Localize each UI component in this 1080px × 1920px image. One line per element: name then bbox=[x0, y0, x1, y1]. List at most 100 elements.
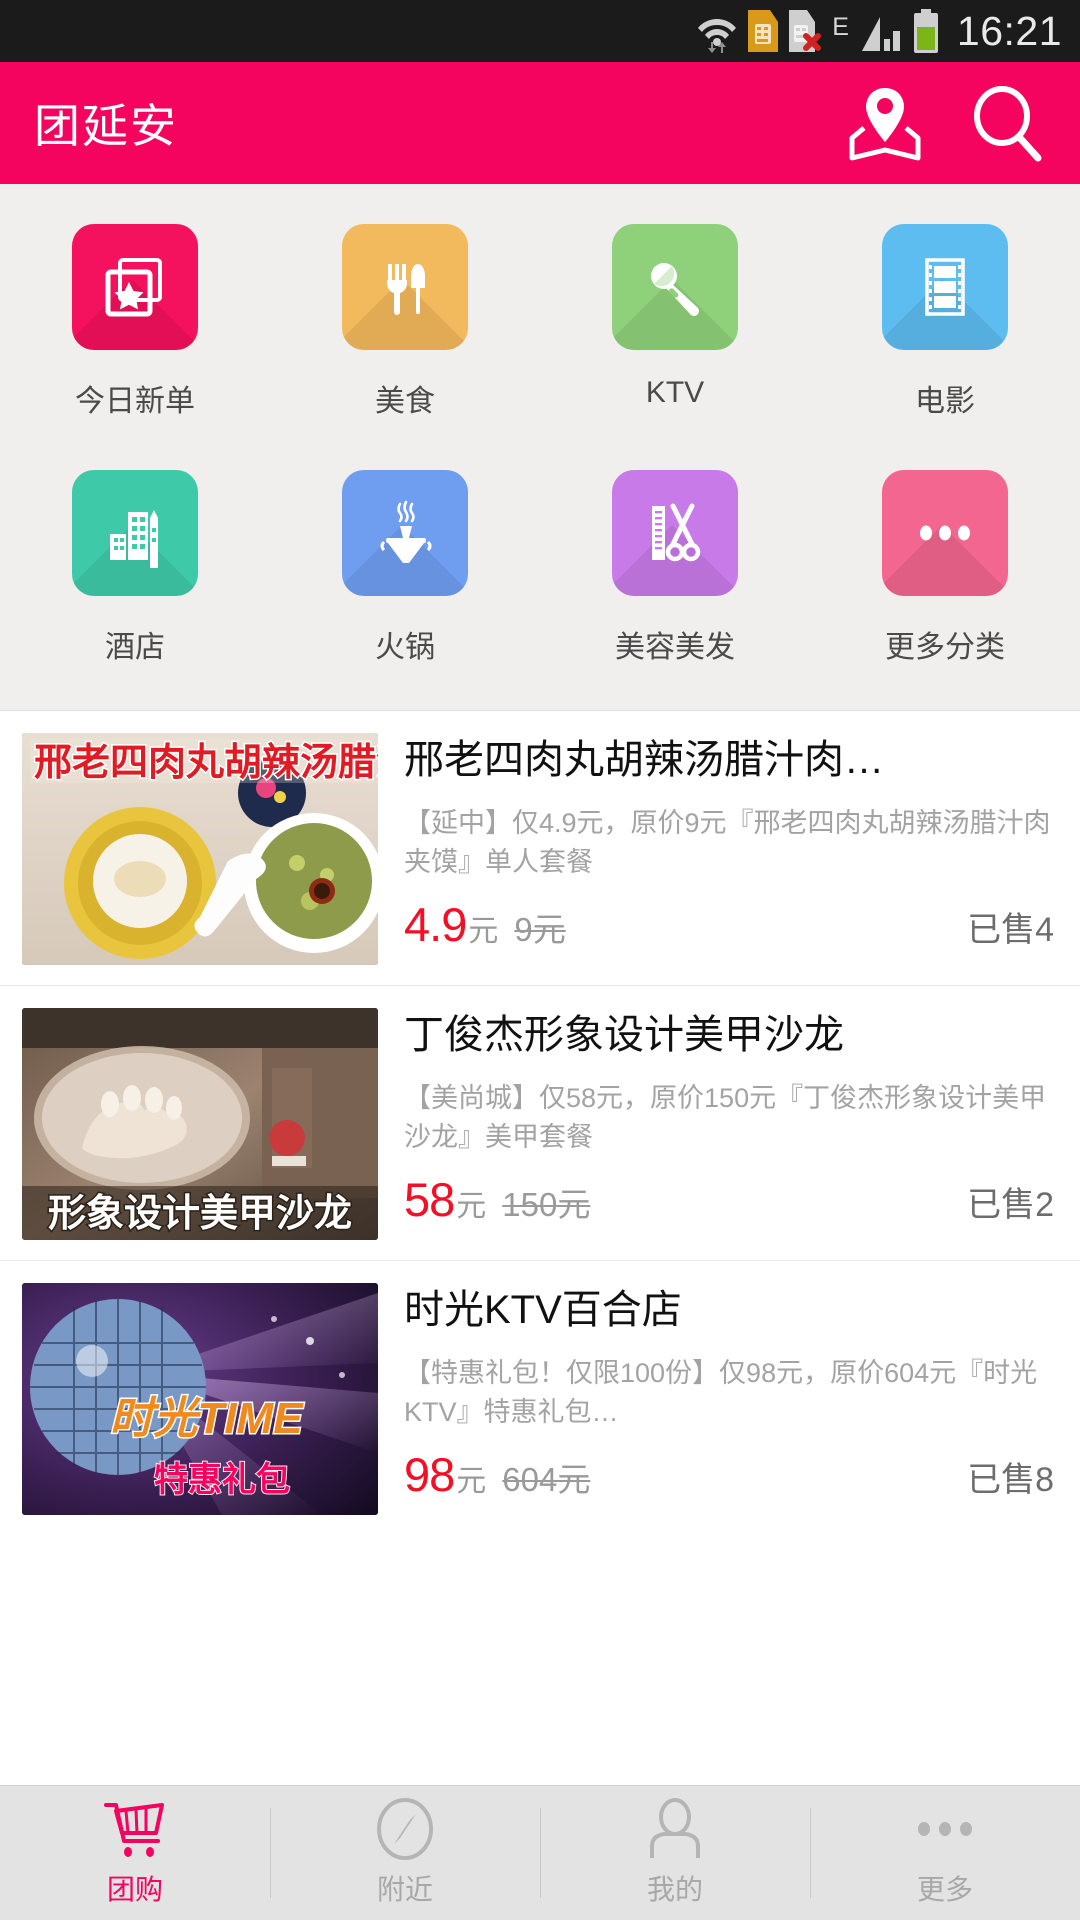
category-item-beauty[interactable]: 美容美发 bbox=[540, 464, 810, 682]
status-icons: E bbox=[697, 9, 939, 53]
category-label: 今日新单 bbox=[75, 385, 195, 418]
star-cards-icon bbox=[105, 258, 162, 317]
fork-knife-icon bbox=[387, 264, 425, 315]
category-label: KTV bbox=[645, 376, 705, 409]
category-tile bbox=[342, 224, 468, 350]
category-tile bbox=[612, 224, 738, 350]
category-tile bbox=[72, 224, 198, 350]
deal-price-unit: 元 bbox=[468, 914, 499, 948]
deal-original-price: 604元 bbox=[502, 1460, 591, 1498]
deal-info: 邢老四肉丸胡辣汤腊汁肉… 【延中】仅4.9元，原价9元『邢老四肉丸胡辣汤腊汁肉夹… bbox=[404, 733, 1054, 952]
category-item-today[interactable]: 今日新单 bbox=[0, 218, 270, 436]
deal-sold-count: 已售8 bbox=[967, 1460, 1054, 1499]
page-title: 团延安 bbox=[34, 100, 178, 152]
tab-label: 我的 bbox=[646, 1874, 703, 1905]
category-label: 美食 bbox=[375, 385, 435, 418]
ellipsis-icon bbox=[920, 525, 970, 541]
deal-list: 邢老四肉丸胡辣汤腊汁肉夹馍 邢老四肉丸胡辣汤腊汁肉… 【延中】仅4.9元，原价9… bbox=[0, 711, 1080, 1535]
deal-price-row: 58 元 150元 已售2 bbox=[404, 1172, 1054, 1227]
category-grid: 今日新单 美食 KTV 电影 酒店 火锅 美容美发 更多分类 bbox=[0, 184, 1080, 711]
category-label: 美容美发 bbox=[615, 631, 735, 664]
deal-current-price: 98 bbox=[404, 1447, 455, 1501]
category-tile bbox=[72, 470, 198, 596]
header-actions bbox=[846, 84, 1046, 162]
search-button[interactable] bbox=[968, 84, 1046, 162]
compass-icon bbox=[377, 1798, 433, 1860]
deal-current-price: 58 bbox=[404, 1172, 455, 1226]
category-tile bbox=[342, 470, 468, 596]
tab-more[interactable]: 更多 bbox=[810, 1786, 1080, 1920]
deal-description: 【美尚城】仅58元，原价150元『丁俊杰形象设计美甲沙龙』美甲套餐 bbox=[404, 1083, 1047, 1152]
deal-info: 时光KTV百合店 【特惠礼包！仅限100份】仅98元，原价604元『时光KTV』… bbox=[404, 1283, 1054, 1502]
thumb-caption-text: 邢老四肉丸胡辣汤腊汁肉夹馍 bbox=[34, 742, 378, 784]
category-label: 酒店 bbox=[105, 631, 165, 664]
tab-label: 团购 bbox=[106, 1874, 163, 1905]
deal-list-item[interactable]: 时光TIME 特惠礼包 时光KTV百合店 【特惠礼包！仅限100份】仅98元，原… bbox=[0, 1261, 1080, 1535]
buildings-icon bbox=[110, 510, 158, 568]
deal-thumbnail: 时光TIME 特惠礼包 bbox=[22, 1283, 378, 1515]
deal-title: 丁俊杰形象设计美甲沙龙 bbox=[404, 1013, 844, 1057]
category-item-hotel[interactable]: 酒店 bbox=[0, 464, 270, 682]
sim-card-icon bbox=[748, 10, 779, 52]
category-tile bbox=[882, 470, 1008, 596]
tab-label: 更多 bbox=[916, 1874, 973, 1905]
category-row-2: 酒店 火锅 美容美发 更多分类 bbox=[0, 464, 1080, 682]
category-label: 更多分类 bbox=[885, 631, 1005, 664]
deal-list-item[interactable]: 形象设计美甲沙龙 丁俊杰形象设计美甲沙龙 【美尚城】仅58元，原价150元『丁俊… bbox=[0, 986, 1080, 1261]
deal-price-unit: 元 bbox=[456, 1464, 487, 1498]
deal-original-price: 150元 bbox=[502, 1185, 591, 1223]
film-strip-icon bbox=[925, 258, 965, 316]
location-pin-icon bbox=[849, 88, 921, 161]
tab-icon-wrap bbox=[374, 1798, 436, 1860]
category-tile bbox=[612, 470, 738, 596]
edge-network-label: E bbox=[832, 13, 849, 41]
deal-current-price: 4.9 bbox=[404, 897, 467, 951]
deal-price-row: 4.9 元 9元 已售4 bbox=[404, 897, 1054, 952]
deal-sold-count: 已售4 bbox=[967, 910, 1054, 949]
battery-icon bbox=[913, 9, 938, 53]
sim-card-error-icon bbox=[789, 10, 822, 52]
bottom-tab-bar: 团购 附近 我的 更多 bbox=[0, 1785, 1080, 1920]
hotpot-icon bbox=[380, 500, 432, 563]
status-time: 16:21 bbox=[956, 7, 1062, 54]
thumb-caption-text: 时光TIME bbox=[109, 1394, 304, 1443]
person-icon bbox=[650, 1798, 700, 1858]
signal-icon bbox=[861, 17, 900, 51]
deal-price-unit: 元 bbox=[456, 1189, 487, 1223]
tab-groupbuy[interactable]: 团购 bbox=[0, 1786, 270, 1920]
tab-icon-wrap bbox=[644, 1798, 706, 1860]
shopping-cart-icon bbox=[104, 1803, 164, 1857]
tab-icon-wrap bbox=[912, 1798, 978, 1860]
thumb-caption-text: 形象设计美甲沙龙 bbox=[48, 1193, 352, 1235]
deal-title: 时光KTV百合店 bbox=[404, 1288, 682, 1332]
ellipsis-icon bbox=[918, 1822, 972, 1836]
scissors-comb-icon bbox=[652, 503, 701, 562]
category-item-hotpot[interactable]: 火锅 bbox=[270, 464, 540, 682]
ktv-disco-ball-photo: 时光TIME 特惠礼包 bbox=[22, 1283, 378, 1515]
deal-original-price: 9元 bbox=[514, 910, 566, 948]
tab-icon-wrap bbox=[102, 1798, 168, 1860]
deal-info: 丁俊杰形象设计美甲沙龙 【美尚城】仅58元，原价150元『丁俊杰形象设计美甲沙龙… bbox=[404, 1008, 1054, 1227]
category-item-ktv[interactable]: KTV bbox=[540, 218, 810, 436]
food-photo-soup-and-bun: 邢老四肉丸胡辣汤腊汁肉夹馍 bbox=[22, 733, 378, 965]
category-row-1: 今日新单 美食 KTV 电影 bbox=[0, 218, 1080, 436]
location-button[interactable] bbox=[846, 84, 924, 162]
deal-description: 【延中】仅4.9元，原价9元『邢老四肉丸胡辣汤腊汁肉夹馍』单人套餐 bbox=[404, 808, 1051, 877]
deal-thumbnail: 形象设计美甲沙龙 bbox=[22, 1008, 378, 1240]
search-icon bbox=[974, 86, 1042, 162]
tab-label: 附近 bbox=[376, 1874, 433, 1905]
category-tile bbox=[882, 224, 1008, 350]
nail-salon-photo: 形象设计美甲沙龙 bbox=[22, 1008, 378, 1240]
category-item-food[interactable]: 美食 bbox=[270, 218, 540, 436]
deal-price-row: 98 元 604元 已售8 bbox=[404, 1447, 1054, 1502]
deal-list-item[interactable]: 邢老四肉丸胡辣汤腊汁肉夹馍 邢老四肉丸胡辣汤腊汁肉… 【延中】仅4.9元，原价9… bbox=[0, 711, 1080, 986]
deal-title: 邢老四肉丸胡辣汤腊汁肉… bbox=[404, 738, 884, 782]
category-label: 电影 bbox=[915, 385, 975, 418]
tab-profile[interactable]: 我的 bbox=[540, 1786, 810, 1920]
category-item-movie[interactable]: 电影 bbox=[810, 218, 1080, 436]
tab-nearby[interactable]: 附近 bbox=[270, 1786, 540, 1920]
thumb-subcaption-text: 特惠礼包 bbox=[154, 1461, 290, 1499]
category-label: 火锅 bbox=[375, 631, 435, 664]
category-item-more[interactable]: 更多分类 bbox=[810, 464, 1080, 682]
deal-description: 【特惠礼包！仅限100份】仅98元，原价604元『时光KTV』特惠礼包… bbox=[404, 1358, 1038, 1427]
